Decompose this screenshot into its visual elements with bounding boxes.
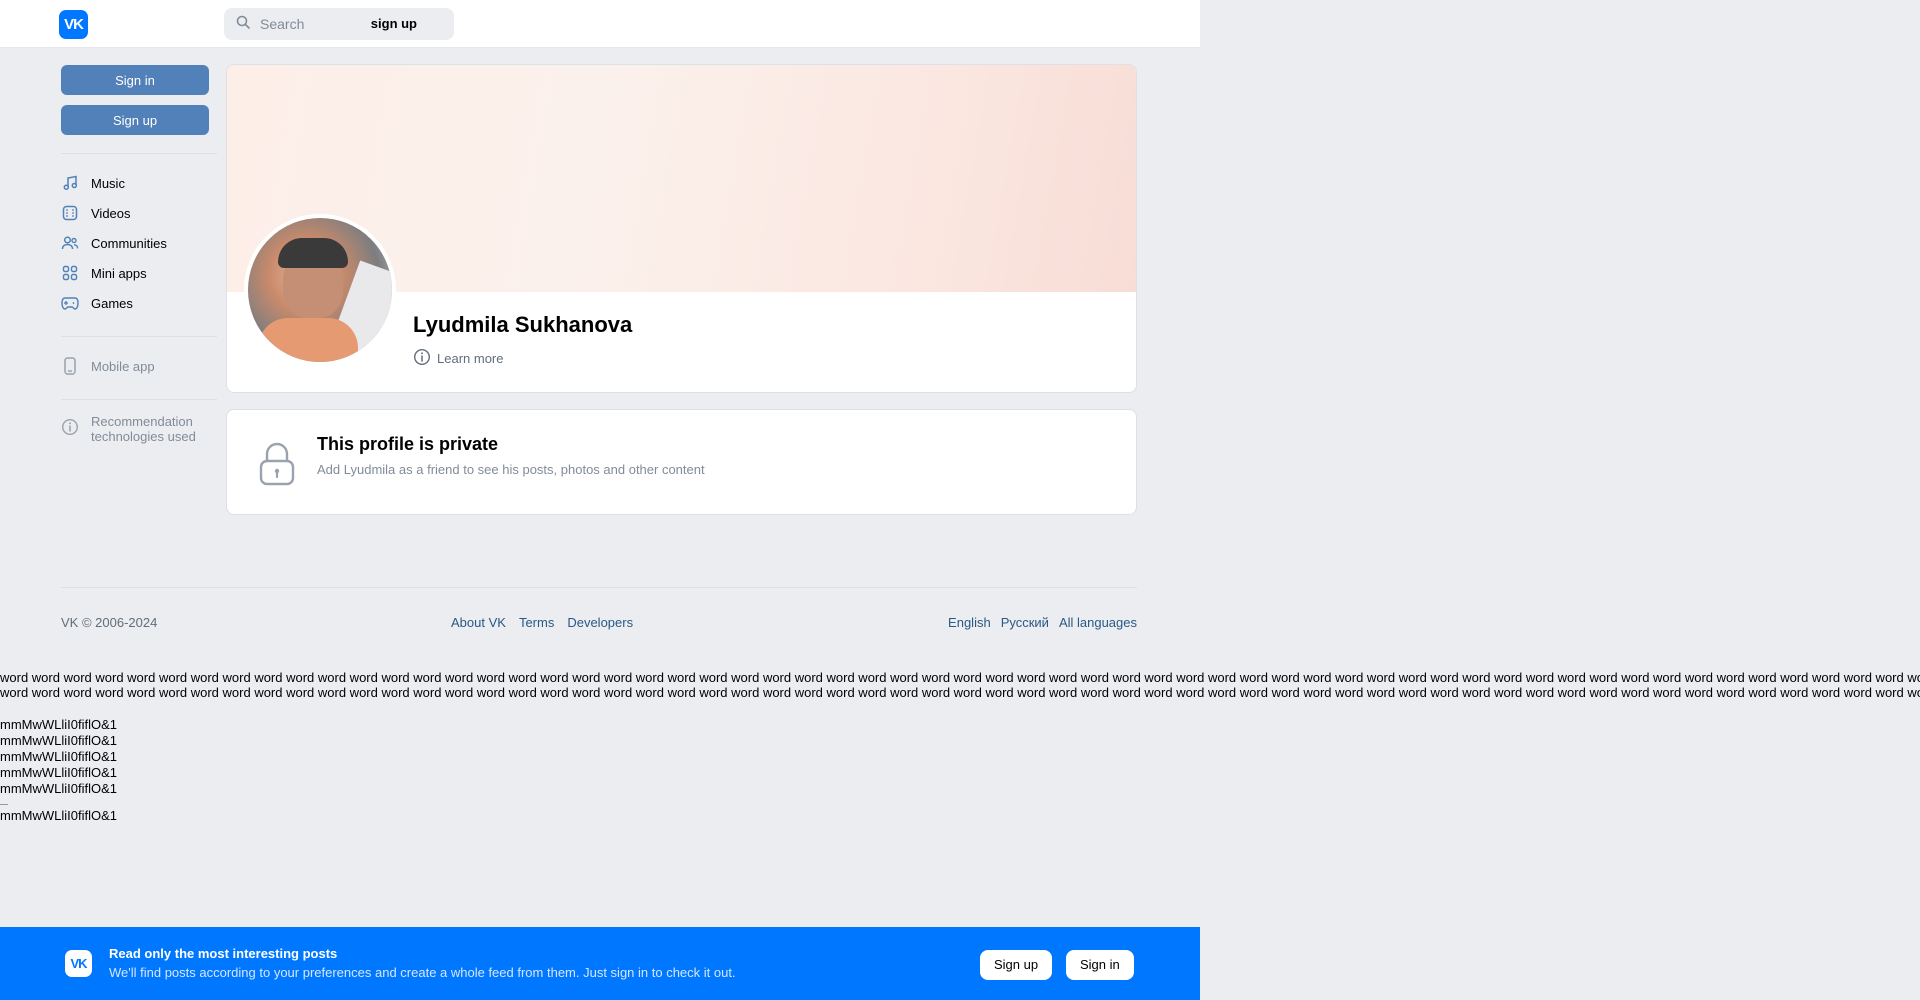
footer: VK © 2006-2024 About VK Terms Developers… [61,615,1137,630]
test-line: mmMwWLliI0fiflO&1 [0,749,118,764]
sidebar-item-communities[interactable]: Communities [61,228,217,258]
copyright: VK © 2006-2024 [61,615,158,630]
private-profile-card: This profile is private Add Lyudmila as … [226,409,1137,515]
test-line: mmMwWLliI0fiflO&1 [0,808,118,823]
sidebar-item-music[interactable]: Music [61,168,217,198]
footer-links: About VK Terms Developers [451,615,633,630]
mini-apps-icon [61,264,79,282]
sidebar-item-games[interactable]: Games [61,288,217,318]
sidebar-item-mobile-app[interactable]: Mobile app [61,351,217,381]
sidebar-divider [61,336,217,337]
sidebar-item-label: Communities [91,235,167,251]
sign-in-button[interactable]: Sign in [61,65,209,95]
sidebar-item-label: Games [91,295,133,311]
test-line: mmMwWLliI0fiflO&1 [0,781,118,796]
test-line: mmMwWLliI0fiflO&1 [0,733,118,748]
private-title: This profile is private [317,434,499,454]
sidebar-item-videos[interactable]: Videos [61,198,217,228]
lock-icon [257,442,297,491]
info-icon [61,418,79,436]
private-subtitle: Add Lyudmila as a friend to see his post… [317,462,705,477]
sidebar-divider [61,399,217,400]
language-all[interactable]: All languages [1059,615,1137,630]
footer-link-terms[interactable]: Terms [519,615,554,630]
footer-link-about[interactable]: About VK [451,615,506,630]
learn-more-label: Learn more [437,351,504,366]
vk-logo: VK [65,950,92,977]
filler-text: word word word word word word word word … [0,670,1920,700]
sign-up-button[interactable]: Sign up [61,105,209,135]
left-sidebar: Sign in Sign up Music Videos Communities… [61,65,217,450]
recommendation-label: Recommendation technologies used [91,414,196,444]
avatar[interactable] [244,214,396,366]
search-icon [236,15,250,34]
signin-banner: VK Read only the most interesting posts … [0,927,1200,1000]
sidebar-item-label: Music [91,175,125,191]
test-line: mmMwWLliI0fiflO&1 [0,765,118,780]
sidebar-item-label: Videos [91,205,131,221]
profile-card: Lyudmila Sukhanova Learn more [226,64,1137,393]
info-icon [413,348,431,369]
language-russian[interactable]: Русский [1001,615,1049,630]
search-box[interactable] [224,8,454,40]
language-english[interactable]: English [948,615,991,630]
sidebar-divider [61,153,217,154]
test-lines: mmMwWLliI0fiflO&1 mmMwWLliI0fiflO&1 mmMw… [0,717,117,824]
separator [0,804,8,805]
banner-sign-in-button[interactable]: Sign in [1066,950,1134,980]
footer-link-developers[interactable]: Developers [567,615,633,630]
profile-name: Lyudmila Sukhanova [413,312,633,337]
communities-icon [61,234,79,252]
banner-title: Read only the most interesting posts [109,946,338,961]
top-signup-link[interactable]: sign up [371,16,417,31]
banner-sign-up-button[interactable]: Sign up [980,950,1053,980]
phone-icon [61,357,79,375]
music-icon [61,174,79,192]
games-icon [61,294,79,312]
sidebar-item-recommendation[interactable]: Recommendation technologies used [61,414,217,450]
banner-subtitle: We'll find posts according to your prefe… [109,965,736,980]
sidebar-item-mini-apps[interactable]: Mini apps [61,258,217,288]
learn-more-link[interactable]: Learn more [413,348,503,369]
test-line: mmMwWLliI0fiflO&1 [0,717,118,732]
video-icon [61,204,79,222]
vk-logo[interactable]: VK [59,10,88,39]
filler-line: word word word word word word word word … [0,670,1920,685]
footer-languages: English Русский All languages [948,615,1137,630]
footer-divider [61,587,1137,588]
mobile-app-label: Mobile app [91,358,155,374]
filler-line: word word word word word word word word … [0,685,1920,700]
top-bar: VK sign up [0,0,1200,48]
sidebar-item-label: Mini apps [91,265,147,281]
